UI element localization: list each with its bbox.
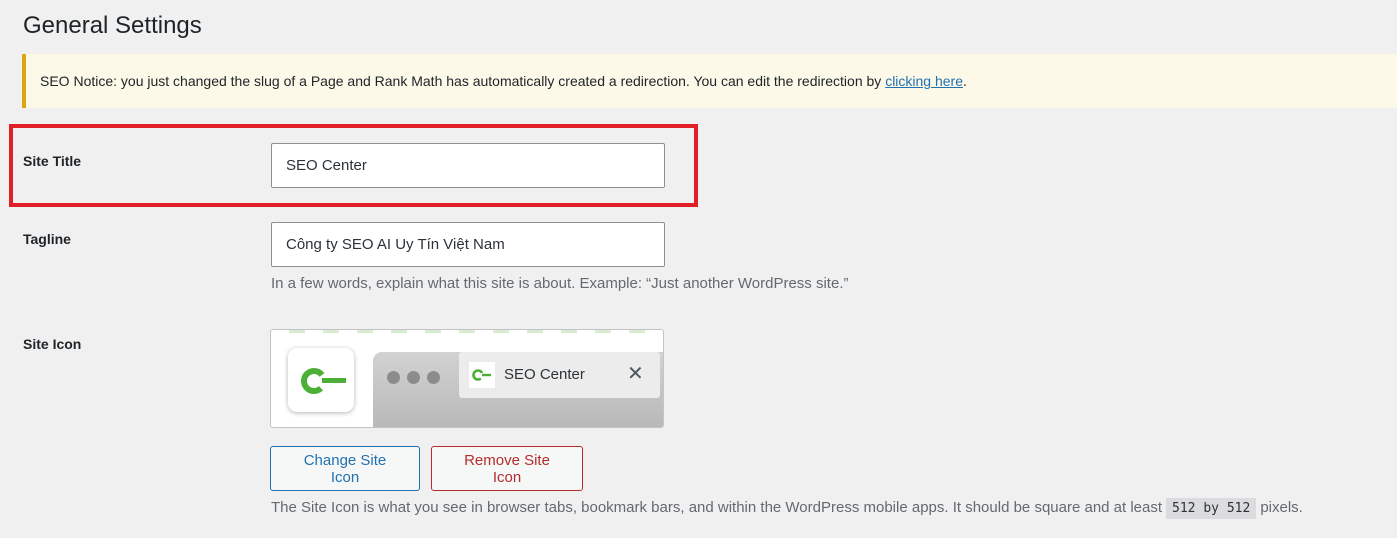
site-title-input[interactable]	[271, 143, 665, 188]
seo-center-logo-icon	[301, 368, 346, 394]
close-icon: ✕	[627, 363, 644, 385]
site-icon-description-suffix: pixels.	[1260, 499, 1303, 516]
seo-center-favicon-icon	[472, 369, 491, 381]
size-code: 512 by 512	[1166, 498, 1257, 519]
site-icon-preview: SEO Center ✕	[270, 329, 664, 428]
favicon-icon	[469, 362, 495, 388]
window-dot-icon	[387, 371, 400, 384]
change-site-icon-button[interactable]: Change Site Icon	[270, 446, 420, 491]
browser-tab-preview: SEO Center ✕	[459, 352, 660, 398]
notice-link[interactable]: clicking here	[885, 73, 963, 89]
site-icon-description: The Site Icon is what you see in browser…	[271, 498, 1303, 519]
tagline-label: Tagline	[23, 231, 71, 247]
remove-site-icon-button[interactable]: Remove Site Icon	[431, 446, 583, 491]
seo-notice: SEO Notice: you just changed the slug of…	[22, 54, 1397, 108]
window-dot-icon	[427, 371, 440, 384]
tagline-input[interactable]	[271, 222, 665, 267]
notice-suffix: .	[963, 73, 967, 89]
tagline-description: In a few words, explain what this site i…	[271, 275, 849, 292]
page-title: General Settings	[23, 12, 202, 39]
preview-decoration	[271, 330, 663, 333]
browser-preview: SEO Center ✕	[373, 352, 663, 427]
site-icon-description-text: The Site Icon is what you see in browser…	[271, 499, 1163, 516]
site-icon-label: Site Icon	[23, 336, 82, 352]
notice-text: SEO Notice: you just changed the slug of…	[40, 73, 886, 89]
site-title-label: Site Title	[23, 153, 82, 169]
browser-tab-title: SEO Center	[504, 366, 585, 383]
window-dot-icon	[407, 371, 420, 384]
app-icon-preview	[288, 348, 354, 412]
